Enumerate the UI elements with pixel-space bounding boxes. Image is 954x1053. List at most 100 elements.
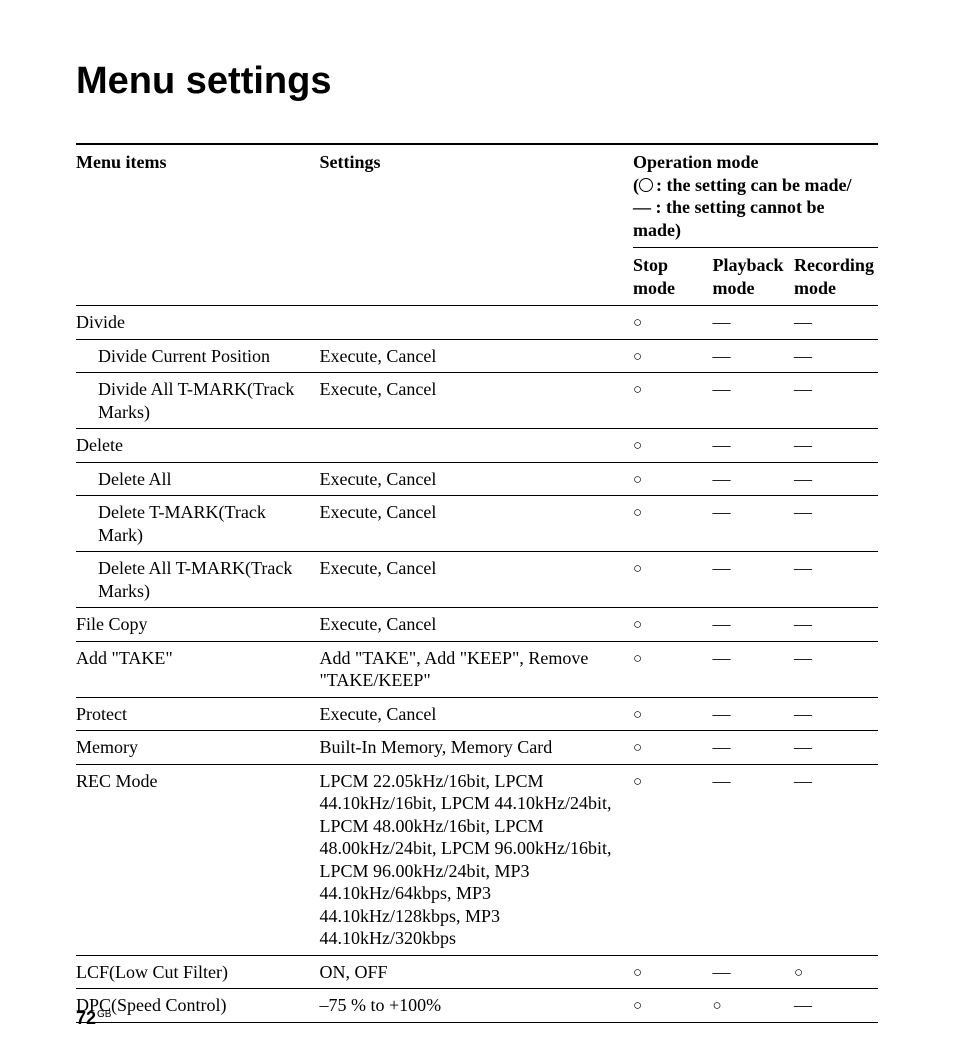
cell-settings: Execute, Cancel <box>319 552 633 608</box>
header-settings: Settings <box>319 144 633 306</box>
cell-playback-mode: — <box>712 731 794 765</box>
cell-recording-mode: — <box>794 552 878 608</box>
cell-settings: LPCM 22.05kHz/16bit, LPCM 44.10kHz/16bit… <box>319 764 633 955</box>
cell-recording-mode: ○ <box>794 955 878 989</box>
cell-playback-mode: — <box>712 462 794 496</box>
cell-settings: Execute, Cancel <box>319 697 633 731</box>
table-row: Add "TAKE"Add "TAKE", Add "KEEP", Remove… <box>76 641 878 697</box>
circle-icon: ○ <box>633 966 642 981</box>
cell-playback-mode: — <box>712 608 794 642</box>
table-row: Delete ○ —— <box>76 429 878 463</box>
cell-recording-mode: — <box>794 641 878 697</box>
cell-stop-mode: ○ <box>633 429 712 463</box>
cell-playback-mode: — <box>712 955 794 989</box>
circle-icon: ○ <box>633 618 642 633</box>
cell-stop-mode: ○ <box>633 731 712 765</box>
document-page: Menu settings Menu items Settings Operat… <box>0 0 954 1053</box>
settings-table: Menu items Settings Operation mode (: th… <box>76 143 878 1023</box>
cell-settings <box>319 306 633 340</box>
cell-settings: Execute, Cancel <box>319 462 633 496</box>
header-recording-mode: Recording mode <box>794 248 878 306</box>
table-body: Divide○——Divide Current PositionExecute,… <box>76 306 878 1023</box>
cell-settings: Built-In Memory, Memory Card <box>319 731 633 765</box>
cell-recording-mode: — <box>794 989 878 1023</box>
cell-playback-mode: — <box>712 373 794 429</box>
cell-recording-mode: — <box>794 429 878 463</box>
circle-icon: ○ <box>633 383 642 398</box>
circle-icon: ○ <box>633 775 642 790</box>
cell-recording-mode: — <box>794 731 878 765</box>
circle-icon: ○ <box>633 562 642 577</box>
cell-menu-item: Divide All T-MARK(Track Marks) <box>76 373 319 429</box>
cell-settings <box>319 429 633 463</box>
page-locale: GB <box>97 1009 111 1020</box>
circle-icon: ○ <box>633 999 642 1014</box>
cell-menu-item: REC Mode <box>76 764 319 955</box>
cell-stop-mode: ○ <box>633 641 712 697</box>
cell-playback-mode: — <box>712 339 794 373</box>
cell-stop-mode: ○ <box>633 306 712 340</box>
page-number: 72 <box>76 1008 96 1028</box>
cell-stop-mode: ○ <box>633 339 712 373</box>
cell-recording-mode: — <box>794 373 878 429</box>
cell-playback-mode: — <box>712 306 794 340</box>
table-row: MemoryBuilt-In Memory, Memory Card○ —— <box>76 731 878 765</box>
circle-icon: ○ <box>633 439 642 454</box>
cell-menu-item: Divide Current Position <box>76 339 319 373</box>
cell-playback-mode: — <box>712 496 794 552</box>
cell-stop-mode: ○ <box>633 955 712 989</box>
cell-menu-item: Memory <box>76 731 319 765</box>
cell-menu-item: DPC(Speed Control) <box>76 989 319 1023</box>
table-row: REC ModeLPCM 22.05kHz/16bit, LPCM 44.10k… <box>76 764 878 955</box>
header-menu-items: Menu items <box>76 144 319 306</box>
cell-menu-item: Delete All T-MARK(Track Marks) <box>76 552 319 608</box>
cell-settings: ON, OFF <box>319 955 633 989</box>
table-row: Delete All T-MARK(Track Marks)Execute, C… <box>76 552 878 608</box>
circle-icon: ○ <box>633 506 642 521</box>
table-row: ProtectExecute, Cancel○—— <box>76 697 878 731</box>
cell-settings: –75 % to +100% <box>319 989 633 1023</box>
cell-menu-item: LCF(Low Cut Filter) <box>76 955 319 989</box>
circle-icon <box>639 178 653 192</box>
cell-stop-mode: ○ <box>633 989 712 1023</box>
cell-menu-item: Protect <box>76 697 319 731</box>
circle-icon: ○ <box>633 316 642 331</box>
page-footer: 72GB <box>76 1008 111 1029</box>
table-row: Divide ○ —— <box>76 306 878 340</box>
header-operation-mode: Operation mode (: the setting can be mad… <box>633 144 878 248</box>
cell-stop-mode: ○ <box>633 764 712 955</box>
page-title: Menu settings <box>76 60 878 103</box>
cell-stop-mode: ○ <box>633 697 712 731</box>
op-mode-label: Operation mode <box>633 151 874 174</box>
circle-icon: ○ <box>794 966 803 981</box>
circle-icon: ○ <box>633 741 642 756</box>
cell-menu-item: Delete T-MARK(Track Mark) <box>76 496 319 552</box>
cell-settings: Add "TAKE", Add "KEEP", Remove "TAKE/KEE… <box>319 641 633 697</box>
cell-recording-mode: — <box>794 764 878 955</box>
cell-recording-mode: — <box>794 496 878 552</box>
cell-playback-mode: — <box>712 764 794 955</box>
cell-playback-mode: ○ <box>712 989 794 1023</box>
cell-stop-mode: ○ <box>633 552 712 608</box>
table-row: Divide All T-MARK(Track Marks)Execute, C… <box>76 373 878 429</box>
cell-menu-item: File Copy <box>76 608 319 642</box>
cell-menu-item: Divide <box>76 306 319 340</box>
table-row: Delete AllExecute, Cancel○—— <box>76 462 878 496</box>
cell-recording-mode: — <box>794 306 878 340</box>
table-row: File CopyExecute, Cancel○ —— <box>76 608 878 642</box>
table-row: LCF(Low Cut Filter)ON, OFF○—○ <box>76 955 878 989</box>
cell-playback-mode: — <box>712 697 794 731</box>
op-legend-cannot: — : the setting cannot be made) <box>633 196 874 241</box>
cell-playback-mode: — <box>712 429 794 463</box>
cell-menu-item: Delete All <box>76 462 319 496</box>
cell-menu-item: Delete <box>76 429 319 463</box>
cell-playback-mode: — <box>712 552 794 608</box>
cell-settings: Execute, Cancel <box>319 608 633 642</box>
cell-stop-mode: ○ <box>633 608 712 642</box>
circle-icon: ○ <box>712 999 721 1014</box>
cell-settings: Execute, Cancel <box>319 496 633 552</box>
table-header: Menu items Settings Operation mode (: th… <box>76 144 878 306</box>
header-playback-mode: Playback mode <box>712 248 794 306</box>
cell-recording-mode: — <box>794 608 878 642</box>
table-row: Divide Current PositionExecute, Cancel○—… <box>76 339 878 373</box>
